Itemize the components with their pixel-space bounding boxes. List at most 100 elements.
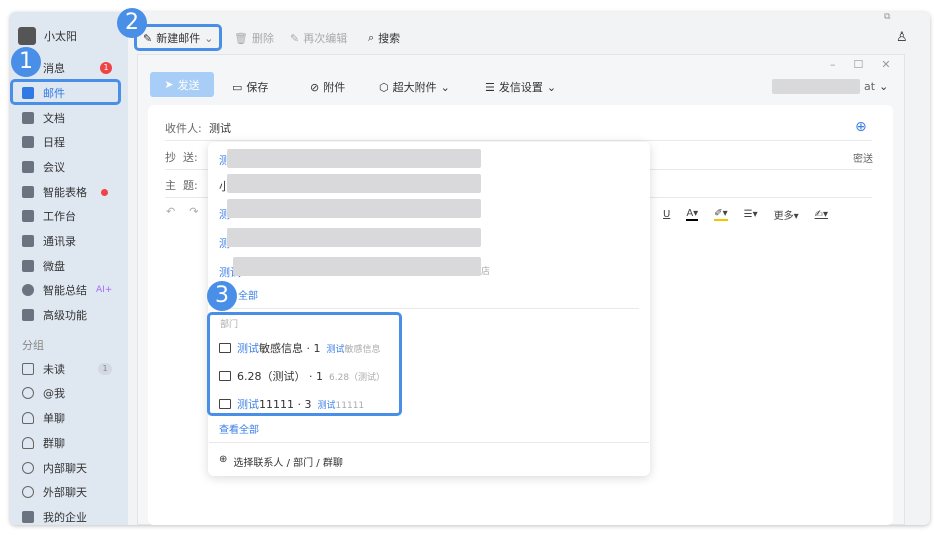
maximize-icon[interactable]: ☐: [854, 58, 864, 71]
divider: [209, 442, 649, 443]
grid-icon: [22, 210, 34, 222]
highlight-icon[interactable]: ✐▾: [714, 208, 728, 221]
align-icon[interactable]: ☰▾: [744, 209, 758, 220]
search-icon: ⌕: [368, 31, 375, 44]
font-color-icon[interactable]: A▾: [686, 208, 699, 221]
group-group-chat[interactable]: 群聊: [14, 432, 124, 454]
redacted-contact: [227, 199, 481, 218]
redacted-account: [772, 79, 860, 94]
drive-icon: [22, 260, 34, 272]
meeting-icon: [22, 161, 34, 173]
minimize-icon[interactable]: –: [830, 58, 836, 71]
sidebar-item-calendar[interactable]: 日程: [14, 131, 124, 153]
sidebar-item-drive[interactable]: 微盘: [14, 255, 124, 277]
save-icon: ▭: [232, 80, 243, 94]
label: 智能总结: [43, 284, 87, 297]
group-external-chat[interactable]: 外部聊天: [14, 481, 124, 503]
chevron-down-icon: ⌄: [546, 80, 557, 94]
summary-icon: [22, 284, 34, 296]
label: 单聊: [43, 412, 65, 425]
send-button[interactable]: ➤ 发送: [150, 72, 214, 97]
sidebar-item-advanced[interactable]: 高级功能: [14, 304, 124, 326]
sidebar-item-docs[interactable]: 文档: [14, 107, 124, 129]
subject-label: 主 题:: [165, 179, 198, 192]
count-badge: 1: [98, 363, 112, 375]
attach-button[interactable]: ⊘ 附件: [310, 79, 345, 95]
group-my-company[interactable]: 我的企业: [14, 506, 124, 528]
to-label: 收件人:: [165, 122, 202, 135]
sidebar-item-workbench[interactable]: 工作台: [14, 205, 124, 227]
label: 选择联系人 / 部门 / 群聊: [233, 458, 343, 469]
paperclip-icon: ⊘: [310, 80, 320, 94]
notification-dot: [101, 188, 108, 196]
label: 智能表格: [43, 186, 87, 199]
label: @我: [43, 387, 65, 400]
people-icon: [22, 437, 34, 449]
reedit-button[interactable]: ✎ 再次编辑: [290, 30, 347, 46]
popout-icon[interactable]: ⧉: [884, 12, 890, 22]
pencil-icon: ✎: [290, 31, 300, 45]
v-icon: [22, 309, 34, 321]
label: 发送: [177, 78, 200, 92]
label: 未读: [43, 363, 65, 376]
large-attach-button[interactable]: ⬡ 超大附件 ⌄: [379, 79, 450, 95]
sender-account-select[interactable]: at ⌄: [772, 79, 888, 94]
label: 工作台: [43, 210, 76, 223]
view-all-departments-link[interactable]: 查看全部: [219, 421, 259, 436]
view-all-contacts-link[interactable]: 全部: [238, 287, 258, 302]
close-icon[interactable]: ✕: [881, 58, 890, 71]
underline-icon[interactable]: U: [663, 209, 670, 220]
select-contacts-button[interactable]: ⊕ 选择联系人 / 部门 / 群聊: [219, 454, 343, 469]
sidebar-item-smart-sheet[interactable]: 智能表格: [14, 181, 124, 203]
contact-suffix: 店: [481, 267, 491, 277]
label: 外部聊天: [43, 486, 87, 499]
user-profile[interactable]: 小太阳: [18, 27, 77, 45]
add-recipient-icon[interactable]: ⊕: [855, 119, 867, 135]
unread-icon: [22, 363, 34, 375]
to-input[interactable]: 测试: [209, 120, 231, 136]
signature-icon[interactable]: ✍▾: [815, 209, 828, 220]
group-internal-chat[interactable]: 内部聊天: [14, 457, 124, 479]
label: 消息: [43, 62, 65, 75]
annotation-marker-1: 1: [11, 47, 41, 77]
send-settings-button[interactable]: ☰ 发信设置 ⌄: [485, 79, 556, 95]
divider: [219, 308, 639, 309]
settings-lines-icon: ☰: [485, 80, 495, 94]
chat-bubbles-icon: [22, 486, 34, 498]
redo-icon[interactable]: ↷: [189, 205, 198, 218]
sidebar-item-summary[interactable]: 智能总结 AI+: [14, 279, 124, 301]
cc-label: 抄 送:: [165, 151, 198, 164]
undo-icon[interactable]: ↶: [166, 205, 175, 218]
annotation-box-3: [207, 312, 402, 416]
save-button[interactable]: ▭ 保存: [232, 79, 268, 95]
search-button[interactable]: ⌕ 搜索: [368, 30, 400, 46]
redacted-contact: [227, 149, 481, 168]
label: 再次编辑: [303, 32, 348, 45]
bcc-button[interactable]: 密送: [853, 150, 873, 165]
label: 文档: [43, 112, 65, 125]
redacted-contact: [227, 228, 481, 247]
building-icon: [22, 511, 34, 523]
unread-badge: 1: [100, 62, 112, 74]
label: 保存: [246, 81, 269, 94]
group-single-chat[interactable]: 单聊: [14, 407, 124, 429]
contact-icon[interactable]: ♙: [896, 30, 908, 45]
format-toolbar: U A▾ ✐▾ ☰▾ 更多▾ ✍▾: [663, 207, 828, 222]
label: 内部聊天: [43, 462, 87, 475]
label: 微盘: [43, 260, 65, 273]
user-name: 小太阳: [44, 30, 77, 43]
more-button[interactable]: 更多▾: [774, 207, 799, 222]
redacted-contact: [227, 174, 481, 193]
calendar-icon: [22, 136, 34, 148]
group-unread[interactable]: 未读 1: [14, 358, 124, 380]
sidebar-item-meeting[interactable]: 会议: [14, 156, 124, 178]
annotation-box-1: [10, 79, 121, 105]
group-header: 分组: [22, 339, 44, 352]
label: 删除: [251, 32, 274, 45]
doc-icon: [22, 112, 34, 124]
sidebar-item-contacts[interactable]: 通讯录: [14, 230, 124, 252]
label: 高级功能: [43, 309, 87, 322]
delete-button[interactable]: 🗑 删除: [234, 30, 274, 46]
group-mentions[interactable]: @我: [14, 382, 124, 404]
send-icon: ➤: [164, 78, 174, 91]
